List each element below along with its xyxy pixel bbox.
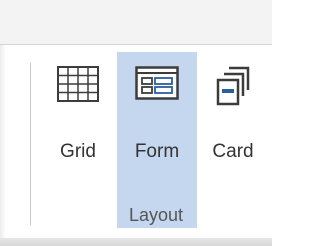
form-icon (135, 66, 179, 105)
grid-button-label: Grid (60, 141, 96, 162)
card-icon (216, 66, 250, 111)
layout-group-label: Layout (128, 205, 184, 225)
grid-layout-button[interactable]: Grid (42, 52, 114, 228)
group-separator (30, 63, 31, 225)
ribbon-left-edge (0, 45, 6, 238)
form-button-label: Form (134, 141, 180, 162)
card-button-label: Card (212, 141, 254, 162)
ribbon-tab-strip (0, 0, 272, 45)
grid-icon (57, 66, 99, 107)
form-layout-button[interactable]: Form (117, 52, 197, 228)
ribbon-bottom-border (0, 238, 272, 246)
card-layout-button[interactable]: Card (199, 52, 267, 228)
